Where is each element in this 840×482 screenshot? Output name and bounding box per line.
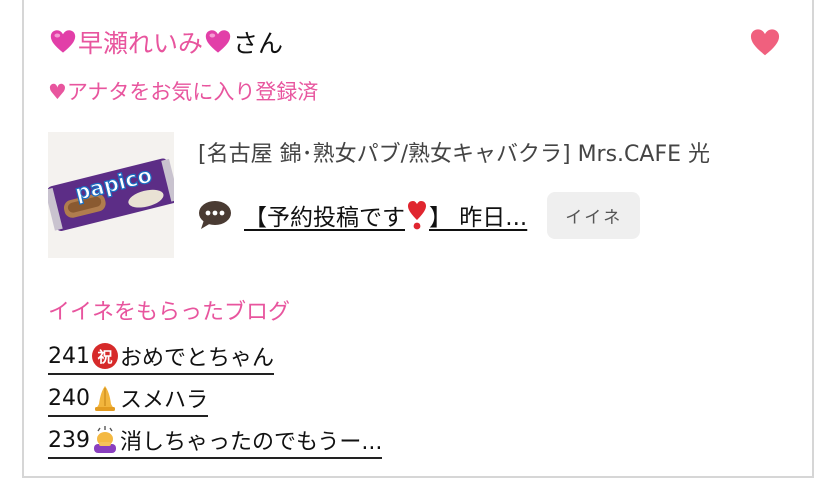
post-title-start: 【予約投稿です bbox=[244, 205, 405, 231]
post-title-link[interactable]: 【予約投稿です 】 昨日... bbox=[244, 198, 527, 232]
pink-heart-icon bbox=[50, 30, 76, 53]
post-thumbnail[interactable]: papico bbox=[48, 132, 174, 258]
blog-number: 240 bbox=[48, 385, 90, 411]
blog-title: 消しちゃったのでもうー... bbox=[120, 430, 383, 455]
post-title-end: 】 昨日... bbox=[429, 205, 528, 231]
blog-card: 早瀬れいみ さん ♥アナタをお気に入り登録済 papico [名古屋 錦･熟女パ… bbox=[22, 0, 814, 478]
congratulation-ideograph-icon: 祝 bbox=[92, 343, 118, 369]
svg-text:祝: 祝 bbox=[97, 348, 112, 366]
shop-label: [名古屋 錦･熟女パブ/熟女キャバクラ] Mrs.CAFE 光 bbox=[198, 142, 711, 167]
liked-blog-link[interactable]: 239 消しちゃったのでもうー... bbox=[48, 424, 383, 459]
blog-number: 239 bbox=[48, 427, 90, 453]
favorite-heart-icon[interactable] bbox=[750, 28, 780, 58]
user-title: 早瀬れいみ さん bbox=[48, 22, 283, 62]
favorite-status-note: ♥アナタをお気に入り登録済 bbox=[48, 80, 319, 104]
papico-product-image: papico bbox=[48, 132, 174, 258]
post-row: 【予約投稿です 】 昨日... イイネ bbox=[198, 191, 641, 239]
user-suffix: さん bbox=[233, 29, 284, 58]
person-bowing-icon bbox=[94, 426, 116, 453]
blog-number: 241 bbox=[48, 343, 90, 369]
liked-blog-link[interactable]: 241 祝 おめでとちゃん bbox=[48, 340, 275, 375]
speech-bubble-icon bbox=[199, 201, 231, 229]
blog-title: スメハラ bbox=[120, 388, 209, 413]
liked-blog-link[interactable]: 240 スメハラ bbox=[48, 382, 209, 417]
heart-exclamation-icon bbox=[408, 201, 426, 230]
received-likes-heading: イイネをもらったブログ bbox=[48, 300, 291, 325]
pink-heart-icon bbox=[205, 30, 231, 53]
iine-button[interactable]: イイネ bbox=[547, 191, 641, 239]
folded-hands-icon bbox=[95, 386, 115, 411]
blog-title: おめでとちゃん bbox=[120, 346, 275, 371]
user-name[interactable]: 早瀬れいみ bbox=[78, 24, 203, 60]
